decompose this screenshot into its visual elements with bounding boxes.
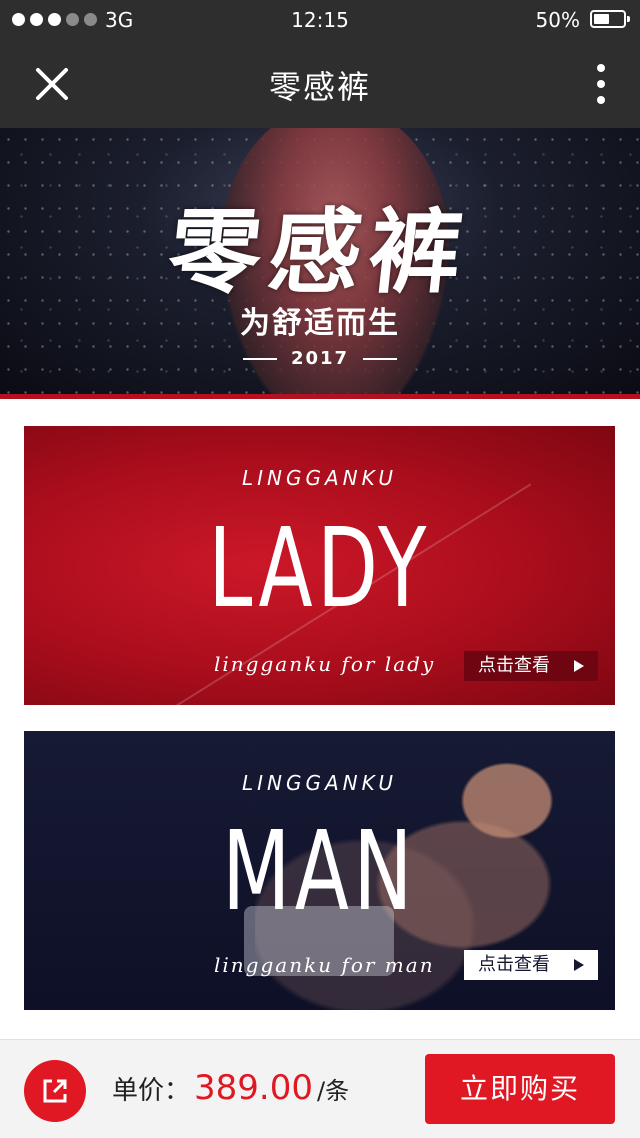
lady-product-card[interactable]: LINGGANKU LADY lingganku for lady 点击查看 <box>24 426 615 705</box>
share-icon[interactable] <box>24 1060 86 1122</box>
card-brand: LINGGANKU <box>241 771 398 795</box>
hero-year-text: 2017 <box>290 348 350 369</box>
price-label: 单价： <box>112 1076 191 1106</box>
card-headline: MAN <box>222 807 417 935</box>
status-bar: 3G 12:15 50% <box>0 0 640 40</box>
bottom-bar: 单价： 389.00/条 立即购买 <box>0 1039 640 1138</box>
hero-year: 2017 <box>0 348 640 369</box>
divider <box>0 394 640 399</box>
card-brand: LINGGANKU <box>241 466 398 490</box>
view-button-label: 点击查看 <box>478 954 550 975</box>
page-title: 零感裤 <box>268 68 371 106</box>
man-product-card[interactable]: LINGGANKU MAN lingganku for man 点击查看 <box>24 731 615 1010</box>
play-triangle-icon <box>574 959 584 971</box>
view-button-label: 点击查看 <box>478 655 550 676</box>
battery-percent: 50% <box>535 8 580 32</box>
more-vertical-icon[interactable] <box>586 64 616 106</box>
battery-icon <box>590 10 630 28</box>
view-lady-button[interactable]: 点击查看 <box>464 651 598 681</box>
card-headline: LADY <box>208 504 431 632</box>
price-unit: /条 <box>316 1077 350 1105</box>
play-triangle-icon <box>574 660 584 672</box>
hero-banner: 零感裤 为舒适而生 2017 <box>0 128 640 396</box>
card-tagline: lingganku for lady <box>214 652 436 676</box>
card-tagline: lingganku for man <box>214 953 435 977</box>
price-value: 389.00 <box>194 1068 313 1108</box>
unit-price: 单价： 389.00/条 <box>112 1068 349 1108</box>
view-man-button[interactable]: 点击查看 <box>464 950 598 980</box>
hero-subtitle: 为舒适而生 <box>240 306 400 341</box>
nav-bar: 零感裤 <box>0 40 640 128</box>
hero-title: 零感裤 <box>163 198 475 306</box>
buy-now-button[interactable]: 立即购买 <box>425 1054 615 1124</box>
